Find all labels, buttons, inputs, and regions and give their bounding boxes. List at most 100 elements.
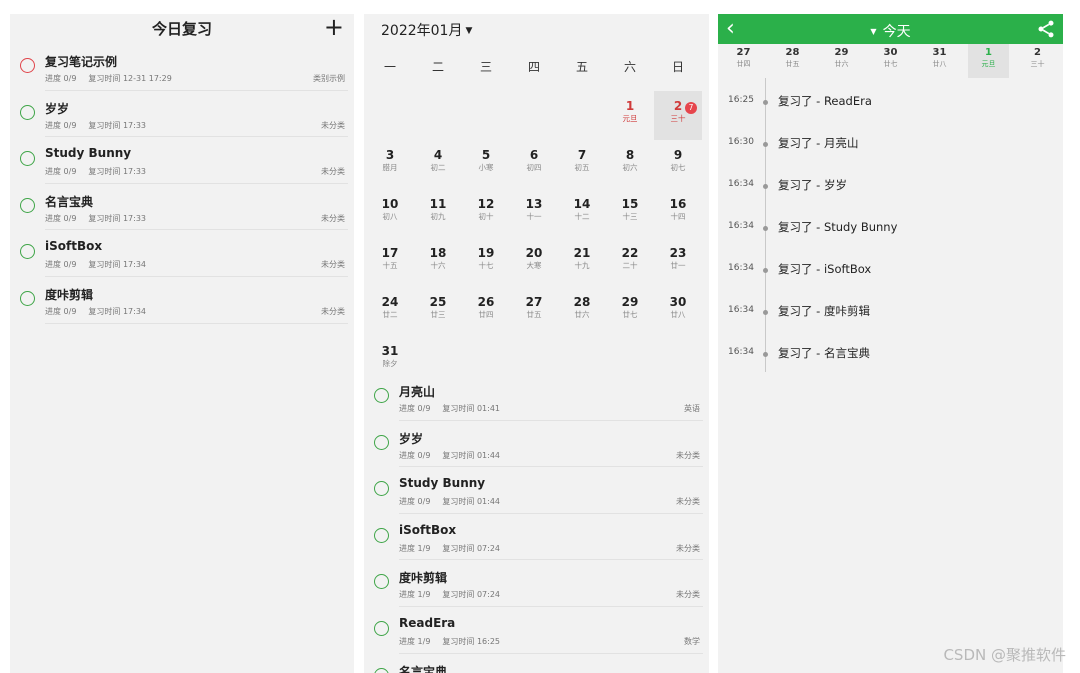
list-item[interactable]: 复习笔记示例 进度 0/9 复习时间 12-31 17:29 类别示例 [10, 44, 354, 91]
list-item[interactable]: 度咔剪辑 进度 0/9 复习时间 17:34 未分类 [10, 277, 354, 324]
day-number: 18 [429, 246, 447, 260]
calendar-day[interactable]: 27 廿五 [510, 287, 558, 336]
calendar-day[interactable]: 1 元旦 [606, 91, 654, 140]
status-circle-icon[interactable] [20, 244, 35, 260]
list-item[interactable]: 月亮山 进度 0/9 复习时间 01:41 英语 [364, 374, 709, 421]
week-day-number: 29 [834, 47, 849, 58]
week-day[interactable]: 1 元旦 [968, 44, 1009, 78]
status-circle-icon[interactable] [20, 151, 35, 167]
list-item[interactable]: Study Bunny 进度 0/9 复习时间 17:33 未分类 [10, 137, 354, 184]
list-item[interactable]: iSoftBox 进度 0/9 复习时间 17:34 未分类 [10, 230, 354, 277]
list-item[interactable]: ReadEra 进度 1/9 复习时间 16:25 数学 [364, 607, 709, 654]
timeline-dot-icon [763, 226, 768, 231]
list-item[interactable]: Study Bunny 进度 0/9 复习时间 01:44 未分类 [364, 467, 709, 514]
item-name: 岁岁 [399, 431, 424, 446]
calendar-day[interactable]: 14 十二 [558, 189, 606, 238]
item-category: 未分类 [676, 590, 700, 600]
list-item[interactable]: iSoftBox 进度 1/9 复习时间 07:24 未分类 [364, 514, 709, 561]
date-selector[interactable]: ▼ 今天 [718, 21, 1063, 41]
calendar-day[interactable]: 26 廿四 [462, 287, 510, 336]
item-review-time: 复习时间 16:25 [442, 636, 501, 646]
calendar-day[interactable]: 20 大寒 [510, 238, 558, 287]
calendar-day[interactable]: 19 十七 [462, 238, 510, 287]
status-circle-icon[interactable] [374, 481, 389, 497]
timeline-entry[interactable]: 16:25 复习了 - ReadEra [718, 92, 1063, 112]
plus-icon[interactable]: + [324, 14, 344, 40]
calendar-day[interactable]: 24 廿二 [366, 287, 414, 336]
week-strip: 27 廿四 28 廿五 29 廿六 30 廿七 31 廿八 1 元旦 2 三十 [718, 44, 1063, 78]
status-circle-icon[interactable] [374, 667, 389, 673]
timeline-entry[interactable]: 16:30 复习了 - 月亮山 [718, 134, 1063, 154]
calendar-day[interactable]: 4 初二 [414, 140, 462, 189]
timeline-entry[interactable]: 16:34 复习了 - 岁岁 [718, 176, 1063, 196]
calendar-day[interactable]: 6 初四 [510, 140, 558, 189]
status-circle-icon[interactable] [20, 197, 35, 213]
calendar-day[interactable]: 21 十九 [558, 238, 606, 287]
timeline-entry[interactable]: 16:34 复习了 - 名言宝典 [718, 344, 1063, 364]
item-category: 未分类 [321, 306, 345, 316]
divider [45, 322, 348, 324]
status-circle-icon[interactable] [20, 58, 35, 73]
calendar-day[interactable]: 12 初十 [462, 189, 510, 238]
day-review-list: 月亮山 进度 0/9 复习时间 01:41 英语岁岁进度 0/9 复习时间 01:44 未… [364, 374, 709, 673]
day-number: 23 [669, 246, 687, 260]
item-meta: 进度 0/9 复习时间 17:34 [45, 259, 146, 270]
calendar-day[interactable]: 10 初八 [366, 189, 414, 238]
status-circle-icon[interactable] [374, 620, 389, 636]
week-day[interactable]: 31 廿八 [915, 44, 964, 78]
calendar-day[interactable]: 9 初七 [654, 140, 702, 189]
status-circle-icon[interactable] [20, 104, 35, 120]
week-day[interactable]: 30 廿七 [866, 44, 915, 78]
calendar-day[interactable]: 17 十五 [366, 238, 414, 287]
timeline-entry[interactable]: 16:34 复习了 - iSoftBox [718, 260, 1063, 280]
week-day[interactable]: 29 廿六 [817, 44, 866, 78]
calendar-day[interactable]: 3 腊月 [366, 140, 414, 189]
list-item[interactable]: 名言宝典 进度 0/9 复习时间 17:33 未分类 [10, 184, 354, 231]
week-day[interactable]: 2 三十 [1013, 44, 1062, 78]
status-circle-icon[interactable] [374, 434, 389, 450]
calendar-day[interactable]: 28 廿六 [558, 287, 606, 336]
list-item[interactable]: 岁岁 进度 0/9 复习时间 01:44 未分类 [364, 421, 709, 468]
share-icon[interactable] [1036, 19, 1056, 39]
calendar-day[interactable]: 23 廿一 [654, 238, 702, 287]
calendar-day[interactable]: 18 十六 [414, 238, 462, 287]
lunar-date: 三十 [670, 114, 686, 123]
week-day[interactable]: 28 廿五 [768, 44, 817, 78]
calendar-day[interactable]: 8 初六 [606, 140, 654, 189]
calendar-day[interactable]: 13 十一 [510, 189, 558, 238]
calendar-day[interactable]: 25 廿三 [414, 287, 462, 336]
week-day[interactable]: 27 廿四 [719, 44, 768, 78]
status-circle-icon[interactable] [374, 574, 389, 590]
calendar-day[interactable]: 15 十三 [606, 189, 654, 238]
status-circle-icon[interactable] [20, 290, 35, 306]
day-number: 3 [385, 148, 395, 162]
calendar-day[interactable]: 2 三十 7 [654, 91, 702, 140]
count-badge: 7 [685, 102, 697, 114]
status-circle-icon[interactable] [374, 527, 389, 543]
timeline-entry[interactable]: 16:34 复习了 - Study Bunny [718, 218, 1063, 238]
calendar-day[interactable]: 11 初九 [414, 189, 462, 238]
calendar-day[interactable]: 22 二十 [606, 238, 654, 287]
item-progress: 进度 0/9 [45, 213, 77, 223]
item-meta: 进度 0/9 复习时间 17:33 [45, 213, 146, 224]
item-category: 类别示例 [313, 74, 345, 83]
calendar-day[interactable]: 5 小寒 [462, 140, 510, 189]
item-meta: 进度 0/9 复习时间 17:33 [45, 166, 146, 177]
item-meta: 进度 0/9 复习时间 01:44 [399, 450, 500, 461]
item-progress: 进度 0/9 [399, 450, 431, 460]
calendar-day[interactable]: 30 廿八 [654, 287, 702, 336]
item-name: Study Bunny [45, 146, 132, 161]
list-item[interactable]: 度咔剪辑 进度 1/9 复习时间 07:24 未分类 [364, 560, 709, 607]
calendar-day[interactable]: 29 廿七 [606, 287, 654, 336]
lunar-date: 初四 [526, 163, 542, 172]
calendar-day[interactable]: 16 十四 [654, 189, 702, 238]
list-item[interactable]: 名言宝典 [364, 654, 709, 673]
calendar-day[interactable]: 7 初五 [558, 140, 606, 189]
timeline-entry[interactable]: 16:34 复习了 - 度咔剪辑 [718, 302, 1063, 322]
item-review-time: 复习时间 01:44 [442, 450, 501, 460]
day-number: 21 [573, 246, 591, 260]
status-circle-icon[interactable] [374, 388, 389, 403]
list-item[interactable]: 岁岁 进度 0/9 复习时间 17:33 未分类 [10, 91, 354, 138]
month-selector[interactable]: 2022年01月 ▼ [381, 20, 472, 40]
item-meta: 进度 1/9 复习时间 16:25 [399, 636, 500, 647]
